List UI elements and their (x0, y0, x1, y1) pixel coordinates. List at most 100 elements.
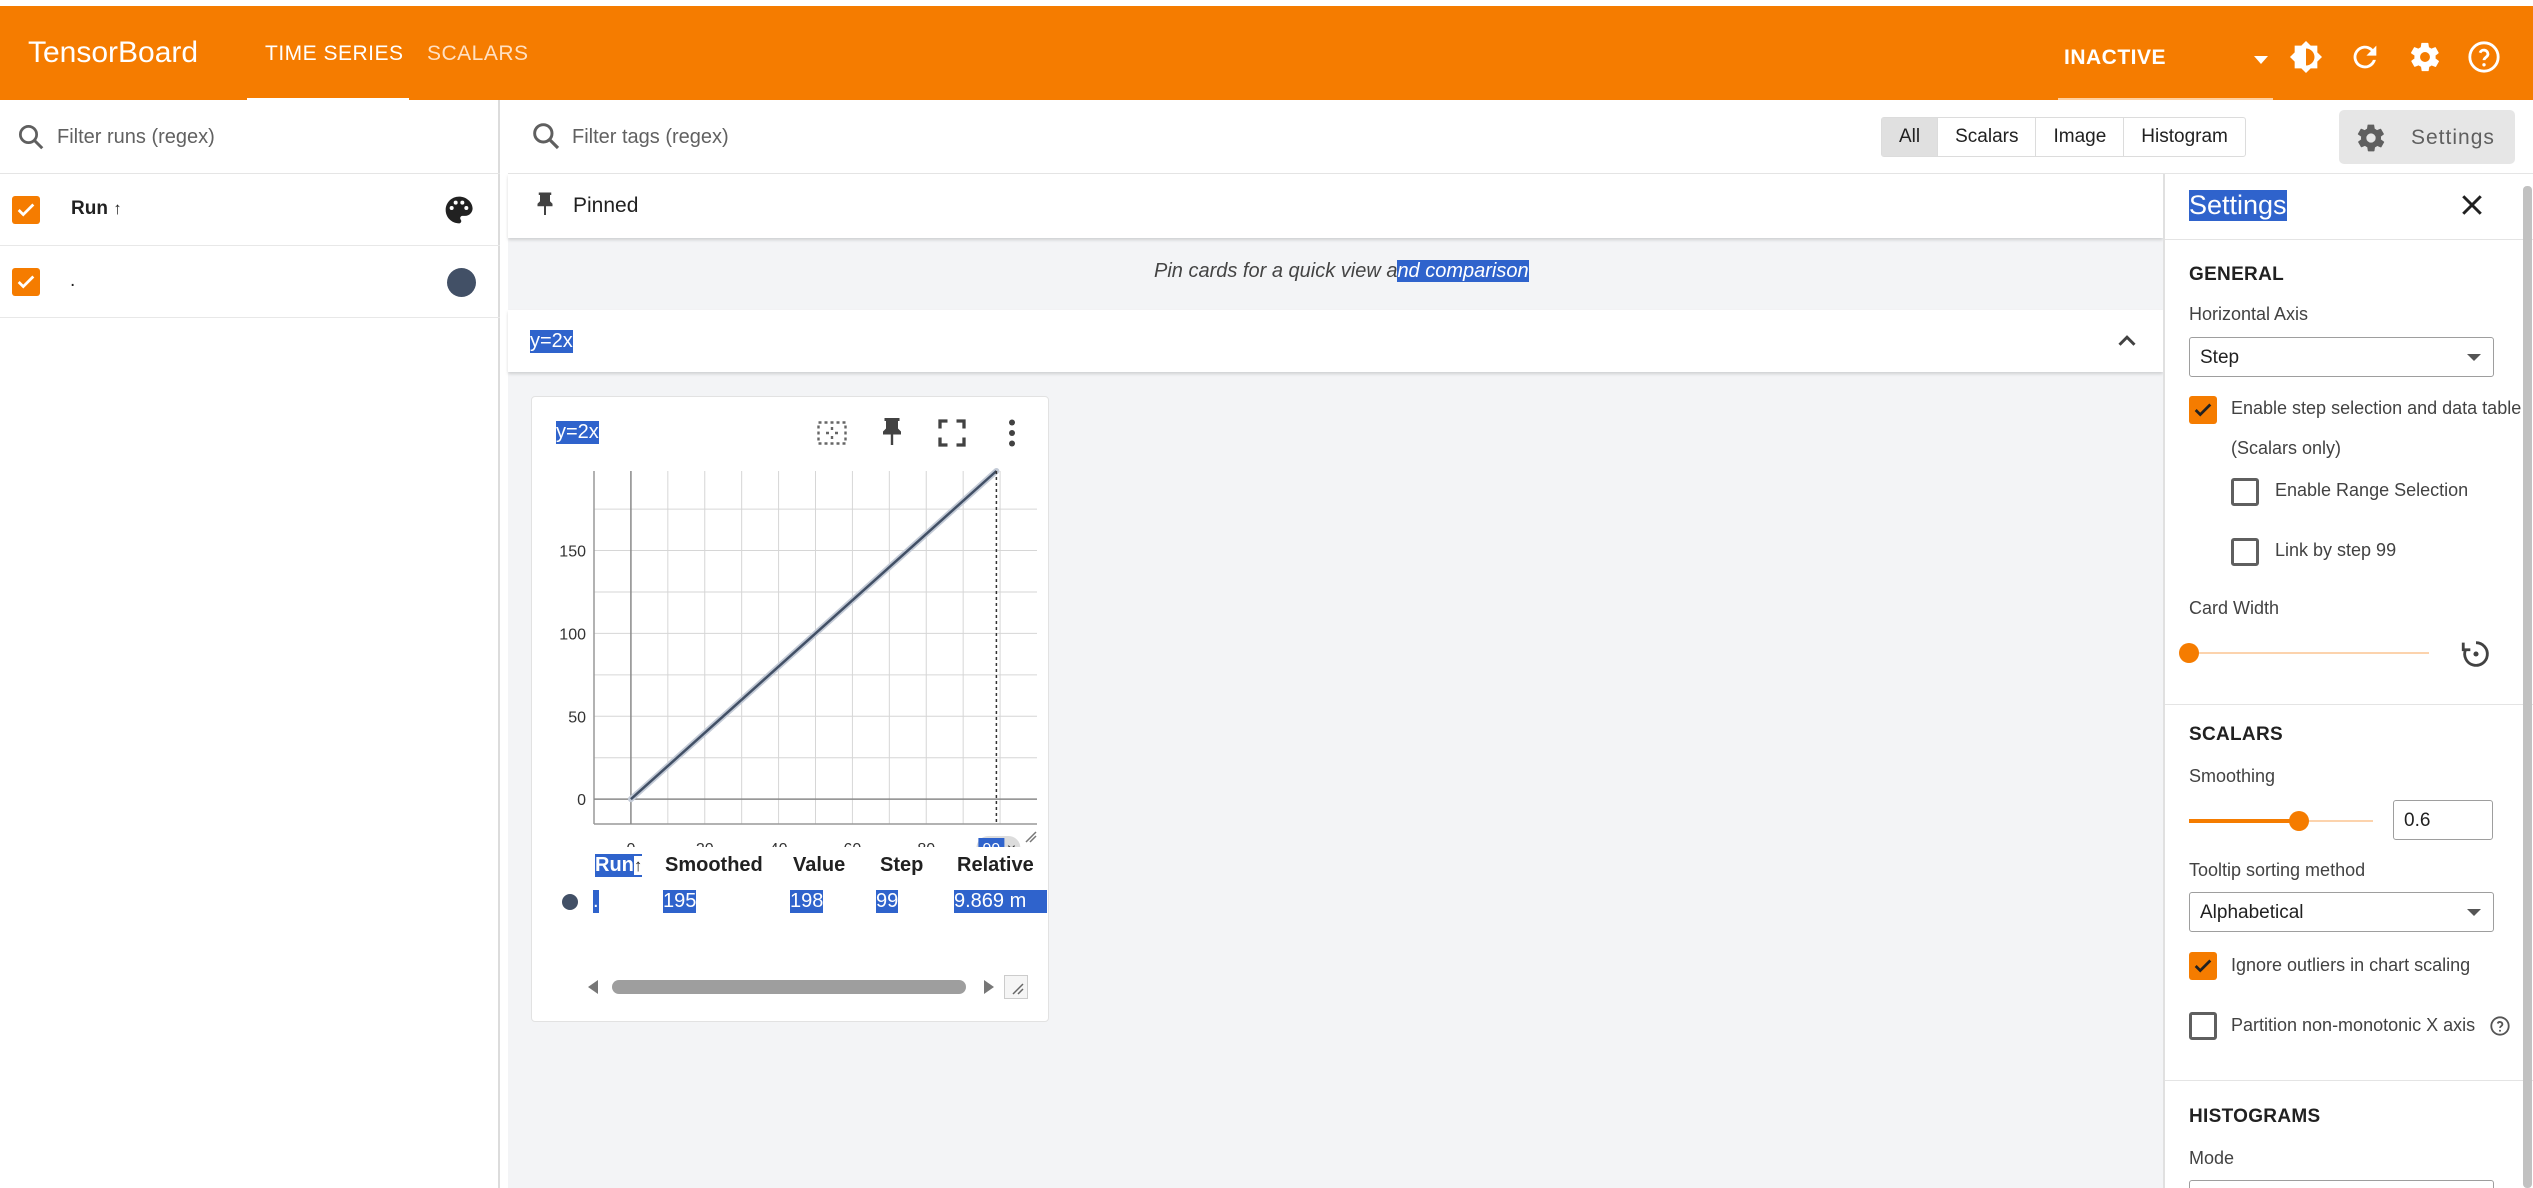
y-tick-label: 100 (559, 626, 586, 643)
settings-title: Settings (2189, 190, 2287, 221)
scroll-left-icon[interactable] (588, 980, 598, 994)
search-icon (19, 125, 44, 150)
table-header-value[interactable]: Value (793, 854, 845, 877)
tooltip-sort-label: Tooltip sorting method (2189, 860, 2366, 880)
chevron-down-icon (2467, 909, 2481, 916)
horizontal-axis-select[interactable]: Step (2189, 337, 2494, 377)
smoothing-label: Smoothing (2189, 766, 2276, 786)
runs-filter[interactable]: Filter runs (regex) (0, 100, 500, 174)
horizontal-axis-value: Step (2200, 347, 2240, 368)
filter-scalars-button[interactable]: Scalars (1938, 118, 2037, 156)
settings-scrollbar[interactable] (2523, 186, 2532, 1188)
x-tick-label: 0 (626, 841, 635, 847)
scroll-right-icon[interactable] (984, 980, 994, 994)
help-icon[interactable] (2489, 1015, 2511, 1037)
pinned-title: Pinned (573, 194, 639, 217)
partition-x-axis-checkbox[interactable] (2189, 1012, 2217, 1040)
run-row[interactable]: . (0, 246, 500, 318)
select-all-checkbox[interactable] (12, 196, 40, 224)
tab-scalars[interactable]: SCALARS (427, 42, 529, 66)
runs-header-row: Run ↑ (0, 174, 500, 246)
step-selection-label: Enable step selection and data table (2231, 398, 2522, 418)
run-color-dot (562, 894, 578, 910)
reload-icon[interactable] (2348, 40, 2382, 74)
smoothing-slider-fill (2189, 819, 2300, 823)
table-header-smoothed[interactable]: Smoothed (665, 854, 763, 877)
runs-filter-input[interactable]: Filter runs (regex) (57, 126, 215, 149)
step-selector[interactable]: 99 × (976, 471, 1021, 847)
pinned-empty-message: Pin cards for a quick view and compariso… (1154, 260, 1529, 283)
table-horizontal-scrollbar[interactable] (588, 977, 996, 997)
chevron-down-icon (2467, 354, 2481, 361)
runs-header-sort[interactable]: Run ↑ (71, 198, 122, 220)
table-cell-smoothed: 195 (663, 890, 697, 913)
link-by-step-checkbox[interactable] (2231, 538, 2259, 566)
card-width-slider-thumb[interactable] (2179, 643, 2199, 663)
card-group-header[interactable]: y=2x (508, 310, 2163, 372)
range-selection-checkbox[interactable] (2231, 478, 2259, 506)
line-chart[interactable]: 0 20 40 60 80 0 50 100 150 99 × (532, 397, 1050, 847)
smoothing-slider-thumb[interactable] (2289, 811, 2310, 831)
histograms-heading: HISTOGRAMS (2189, 1106, 2321, 1127)
reset-icon[interactable] (2459, 637, 2493, 671)
card-width-label: Card Width (2189, 598, 2280, 618)
check-icon (17, 275, 35, 289)
scalar-card: y=2x 020406080050100150 99× Run↑ Smoothe… (531, 396, 1049, 1022)
chevron-up-icon[interactable] (2112, 326, 2142, 356)
settings-toggle-button[interactable]: Settings (2339, 110, 2515, 164)
pinned-empty-text-selected: nd comparison (1397, 260, 1529, 282)
ignore-outliers-label: Ignore outliers in chart scaling (2231, 955, 2471, 975)
top-app-bar: TensorBoard TIME SERIES SCALARS INACTIVE (0, 0, 2533, 102)
arrow-up-icon: ↑ (113, 199, 122, 218)
x-tick-label: 80 (917, 841, 935, 847)
table-cell-step: 99 (876, 890, 899, 913)
card-width-slider[interactable] (2179, 643, 2429, 663)
search-icon (533, 123, 560, 150)
run-name: . (70, 270, 76, 291)
table-header-step[interactable]: Step (880, 854, 923, 877)
filter-histogram-button[interactable]: Histogram (2124, 118, 2245, 156)
step-selection-checkbox[interactable] (2189, 396, 2217, 424)
tooltip-sort-select[interactable]: Alphabetical (2189, 892, 2494, 932)
table-cell-relative: 9.869 m (954, 890, 1047, 913)
group-title: y=2x (530, 330, 573, 353)
filter-all-button[interactable]: All (1882, 118, 1939, 156)
x-tick-label: 40 (770, 841, 788, 847)
resize-handle-icon (1012, 983, 1024, 995)
help-icon[interactable] (2467, 40, 2501, 74)
palette-icon[interactable] (443, 194, 475, 226)
runs-header-label: Run (71, 198, 108, 219)
runs-panel: Filter runs (regex) Run ↑ . (0, 100, 500, 1188)
partition-x-axis-label: Partition non-monotonic X axis (2231, 1015, 2476, 1035)
run-status-dropdown[interactable]: INACTIVE (2064, 46, 2166, 70)
dark-mode-icon[interactable] (2289, 40, 2323, 74)
x-tick-label: 20 (696, 841, 714, 847)
table-resize-handle[interactable] (1004, 975, 1028, 999)
run-color-swatch[interactable] (447, 268, 476, 297)
close-icon[interactable] (2457, 190, 2487, 220)
ignore-outliers-checkbox[interactable] (2189, 952, 2217, 980)
pinned-section-header: Pinned (508, 174, 2163, 238)
histogram-mode-select[interactable] (2189, 1180, 2494, 1188)
y-tick-label: 150 (559, 544, 586, 561)
smoothing-slider[interactable] (2189, 811, 2373, 831)
resize-handle-icon[interactable] (1025, 831, 1037, 843)
run-checkbox[interactable] (12, 268, 40, 296)
step-badge-close-icon[interactable]: × (1007, 841, 1016, 847)
table-header-run[interactable]: Run↑ (595, 854, 643, 877)
filter-image-button[interactable]: Image (2036, 118, 2125, 156)
range-selection-label: Enable Range Selection (2275, 480, 2469, 500)
smoothing-input[interactable]: 0.6 (2393, 800, 2493, 840)
divider (2165, 1080, 2533, 1081)
gear-icon[interactable] (2408, 40, 2442, 74)
card-type-filter: All Scalars Image Histogram (1881, 117, 2246, 157)
table-header-relative[interactable]: Relative (957, 854, 1047, 877)
scrollbar-thumb[interactable] (612, 980, 966, 994)
table-cell-run: . (593, 890, 599, 913)
app-title: TensorBoard (28, 36, 199, 69)
chevron-down-icon[interactable] (2254, 56, 2268, 64)
step-badge-label: 99 (982, 841, 1000, 847)
pinned-empty-text: Pin cards for a quick view a (1154, 260, 1398, 282)
tags-filter-input[interactable]: Filter tags (regex) (572, 126, 729, 149)
tab-time-series[interactable]: TIME SERIES (265, 42, 404, 66)
